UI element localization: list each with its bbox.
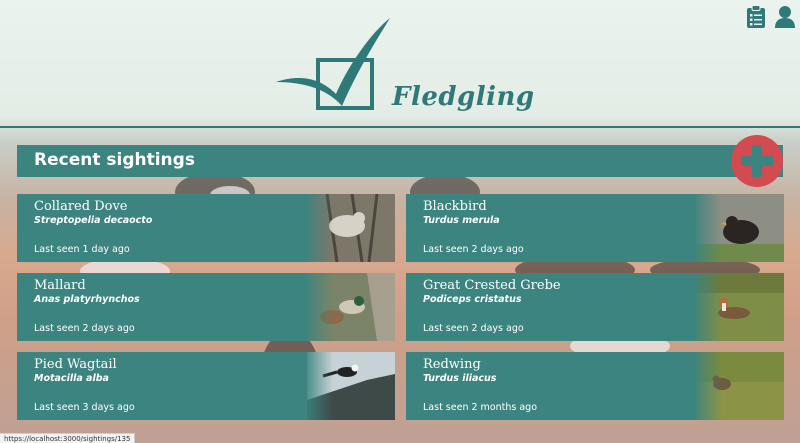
sighting-card[interactable]: Collared Dove Streptopelia decaocto Last… bbox=[17, 194, 395, 262]
sighting-latin-name: Turdus merula bbox=[423, 215, 500, 226]
sighting-latin-name: Anas platyrhynchos bbox=[34, 294, 140, 305]
sighting-name: Great Crested Grebe bbox=[423, 278, 561, 293]
sighting-card[interactable]: Blackbird Turdus merula Last seen 2 days… bbox=[406, 194, 784, 262]
recent-sightings-header: Recent sightings bbox=[17, 145, 783, 177]
sighting-last-seen: Last seen 2 days ago bbox=[423, 244, 524, 255]
clipboard-list-icon[interactable] bbox=[746, 5, 766, 29]
sighting-card[interactable]: Mallard Anas platyrhynchos Last seen 2 d… bbox=[17, 273, 395, 341]
status-bar-url: https://localhost:3000/sightings/135 bbox=[0, 433, 136, 443]
sighting-name: Blackbird bbox=[423, 199, 487, 214]
sighting-card[interactable]: Pied Wagtail Motacilla alba Last seen 3 … bbox=[17, 352, 395, 420]
user-icon[interactable] bbox=[774, 5, 796, 29]
sighting-name: Pied Wagtail bbox=[34, 357, 117, 372]
add-sighting-button[interactable] bbox=[731, 135, 783, 187]
sighting-latin-name: Motacilla alba bbox=[34, 373, 109, 384]
sighting-card[interactable]: Great Crested Grebe Podiceps cristatus L… bbox=[406, 273, 784, 341]
sighting-latin-name: Streptopelia decaocto bbox=[34, 215, 153, 226]
sighting-name: Collared Dove bbox=[34, 199, 128, 214]
sighting-last-seen: Last seen 2 days ago bbox=[34, 323, 135, 334]
app-title[interactable]: Fledgling bbox=[392, 82, 535, 112]
top-nav bbox=[746, 5, 796, 29]
sighting-name: Mallard bbox=[34, 278, 86, 293]
sighting-last-seen: Last seen 3 days ago bbox=[34, 402, 135, 413]
sighting-last-seen: Last seen 1 day ago bbox=[34, 244, 130, 255]
sighting-latin-name: Turdus iliacus bbox=[423, 373, 497, 384]
sighting-last-seen: Last seen 2 months ago bbox=[423, 402, 538, 413]
sighting-card[interactable]: Redwing Turdus iliacus Last seen 2 month… bbox=[406, 352, 784, 420]
sighting-last-seen: Last seen 2 days ago bbox=[423, 323, 524, 334]
sighting-name: Redwing bbox=[423, 357, 481, 372]
logo-checkmark-icon bbox=[276, 18, 390, 110]
site-header: Fledgling bbox=[0, 0, 800, 128]
recent-sightings-title: Recent sightings bbox=[34, 150, 195, 170]
sighting-latin-name: Podiceps cristatus bbox=[423, 294, 522, 305]
header-divider bbox=[0, 126, 800, 128]
